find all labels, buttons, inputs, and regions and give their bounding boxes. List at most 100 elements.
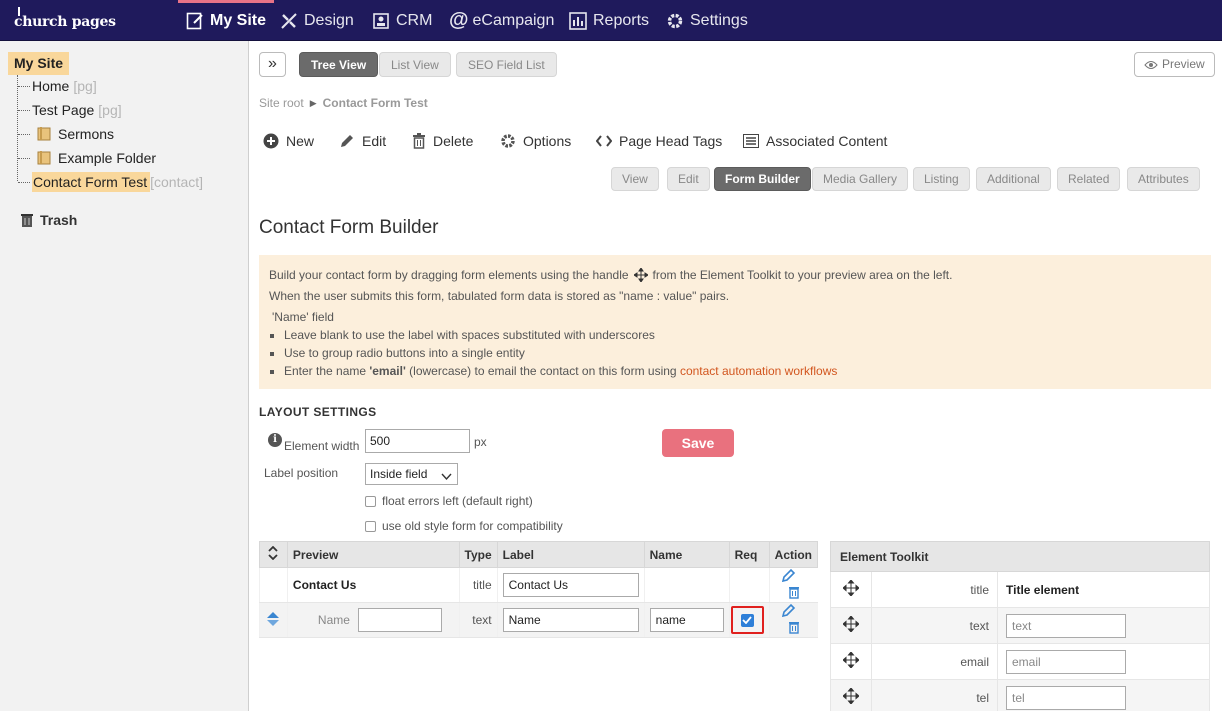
- associated-content-action[interactable]: Associated Content: [743, 131, 887, 151]
- code-brackets-icon: [596, 135, 612, 147]
- new-action[interactable]: New: [263, 131, 314, 151]
- label-position-label: Label position: [264, 466, 339, 480]
- tree-item-contact-form-test[interactable]: Contact Form Test [contact]: [31, 171, 204, 193]
- nav-settings[interactable]: Settings: [666, 0, 748, 41]
- tree-item-example-folder[interactable]: Example Folder: [37, 147, 156, 169]
- tree-connector: [17, 75, 18, 181]
- nav-design[interactable]: Design: [280, 0, 354, 41]
- preview-button[interactable]: Preview: [1134, 52, 1215, 77]
- trash-folder[interactable]: Trash: [20, 212, 77, 228]
- move-handle-icon[interactable]: [842, 651, 860, 669]
- caret-right-icon: ▶: [309, 97, 317, 108]
- trash-icon: [413, 133, 425, 149]
- label-input[interactable]: Name: [502, 608, 639, 632]
- preview-field-label: Name: [317, 613, 350, 627]
- tree-connector: [18, 134, 30, 135]
- tab-attributes[interactable]: Attributes: [1127, 167, 1200, 191]
- required-checkbox[interactable]: [740, 613, 754, 627]
- text-sample-input[interactable]: text: [1006, 613, 1126, 638]
- tree-item-home[interactable]: Home [pg]: [32, 75, 97, 97]
- top-navigation-bar: church pages My Site Design CRM @ eCampa…: [0, 0, 1222, 41]
- toolkit-row-tel: tel tel: [830, 679, 1210, 711]
- folder-icon: [37, 149, 52, 171]
- sort-icon: [268, 545, 279, 561]
- px-unit-label: px: [474, 435, 487, 449]
- options-action[interactable]: Options: [500, 131, 571, 151]
- contact-automation-workflows-link[interactable]: contact automation workflows: [680, 364, 837, 378]
- tab-listing[interactable]: Listing: [913, 167, 970, 191]
- breadcrumb-root[interactable]: Site root: [259, 96, 304, 110]
- save-button[interactable]: Save: [662, 429, 734, 457]
- move-handle-icon[interactable]: [842, 615, 860, 633]
- list-item: Leave blank to use the label with spaces…: [269, 326, 1201, 344]
- tree-connector: [18, 158, 30, 159]
- edit-action[interactable]: Edit: [339, 131, 386, 151]
- action-column-header: Action: [768, 541, 819, 568]
- toolkit-row-title: title Title element: [830, 571, 1210, 608]
- page-title: Contact Form Builder: [259, 217, 439, 238]
- page-head-tags-action[interactable]: Page Head Tags: [596, 131, 722, 151]
- old-style-option[interactable]: use old style form for compatibility: [365, 519, 563, 533]
- main-content: » Tree View List View SEO Field List Pre…: [249, 41, 1222, 711]
- email-sample-input[interactable]: email: [1006, 649, 1126, 674]
- tree-root-my-site[interactable]: My Site: [8, 52, 70, 75]
- label-column-header: Label: [496, 541, 645, 568]
- tree-connector: [18, 110, 30, 111]
- nav-my-site[interactable]: My Site: [177, 0, 275, 41]
- at-sign-icon: @: [449, 9, 469, 31]
- element-toolkit-table: Element Toolkit title Title element text…: [830, 541, 1210, 711]
- label-input[interactable]: Contact Us: [502, 573, 639, 597]
- tab-related[interactable]: Related: [1057, 167, 1121, 191]
- expand-sidebar-button[interactable]: »: [259, 52, 286, 77]
- element-toolkit-heading: Element Toolkit: [830, 541, 1210, 572]
- tree-item-test-page[interactable]: Test Page [pg]: [32, 99, 122, 121]
- tree-view-button[interactable]: Tree View: [299, 52, 379, 77]
- label-position-select[interactable]: Inside field: [365, 463, 458, 485]
- tab-additional[interactable]: Additional: [976, 167, 1051, 191]
- delete-trash-icon[interactable]: [788, 620, 800, 634]
- name-field-rules: Leave blank to use the label with spaces…: [269, 326, 1201, 380]
- tab-media-gallery[interactable]: Media Gallery: [812, 167, 909, 191]
- list-item: Use to group radio buttons into a single…: [269, 344, 1201, 362]
- move-handle-icon[interactable]: [842, 579, 860, 597]
- move-handle-icon: [632, 267, 649, 287]
- seo-field-list-button[interactable]: SEO Field List: [456, 52, 557, 77]
- tab-edit[interactable]: Edit: [667, 167, 710, 191]
- name-column-header: Name: [643, 541, 730, 568]
- tree-item-sermons[interactable]: Sermons: [37, 123, 114, 145]
- edit-pencil-icon[interactable]: [781, 568, 796, 583]
- float-errors-checkbox[interactable]: [365, 495, 376, 507]
- toolkit-row-email: email email: [830, 643, 1210, 680]
- bar-chart-icon: [569, 11, 587, 30]
- chevron-down-icon: [441, 468, 452, 488]
- edit-pencil-icon[interactable]: [781, 603, 796, 618]
- name-input[interactable]: name: [649, 608, 724, 632]
- tab-view[interactable]: View: [611, 167, 659, 191]
- preview-field-input[interactable]: [357, 608, 442, 632]
- name-cell: [643, 567, 730, 603]
- list-view-button[interactable]: List View: [379, 52, 451, 77]
- float-errors-option[interactable]: float errors left (default right): [365, 494, 533, 508]
- breadcrumb-current: Contact Form Test: [322, 96, 428, 110]
- element-width-input[interactable]: [365, 429, 470, 453]
- church-pages-logo[interactable]: church pages: [14, 7, 116, 30]
- pencil-icon: [341, 135, 353, 147]
- tel-sample-input[interactable]: tel: [1006, 685, 1126, 710]
- delete-action[interactable]: Delete: [412, 131, 473, 151]
- old-style-checkbox[interactable]: [365, 520, 376, 532]
- plus-circle-icon: [263, 133, 279, 149]
- info-icon[interactable]: i: [268, 433, 282, 447]
- sort-column-header[interactable]: [259, 541, 288, 568]
- list-box-icon: [743, 134, 759, 148]
- preview-column-header: Preview: [286, 541, 460, 568]
- nav-reports[interactable]: Reports: [569, 0, 649, 41]
- nav-ecampaign[interactable]: @ eCampaign: [449, 0, 554, 41]
- nav-crm[interactable]: CRM: [372, 0, 432, 41]
- type-column-header: Type: [458, 541, 498, 568]
- delete-trash-icon[interactable]: [788, 585, 800, 599]
- tab-form-builder[interactable]: Form Builder: [714, 167, 811, 191]
- drag-reorder-icon[interactable]: [266, 611, 280, 627]
- table-row: Name text Name name: [259, 602, 818, 638]
- edit-page-icon: [186, 12, 204, 30]
- move-handle-icon[interactable]: [842, 687, 860, 705]
